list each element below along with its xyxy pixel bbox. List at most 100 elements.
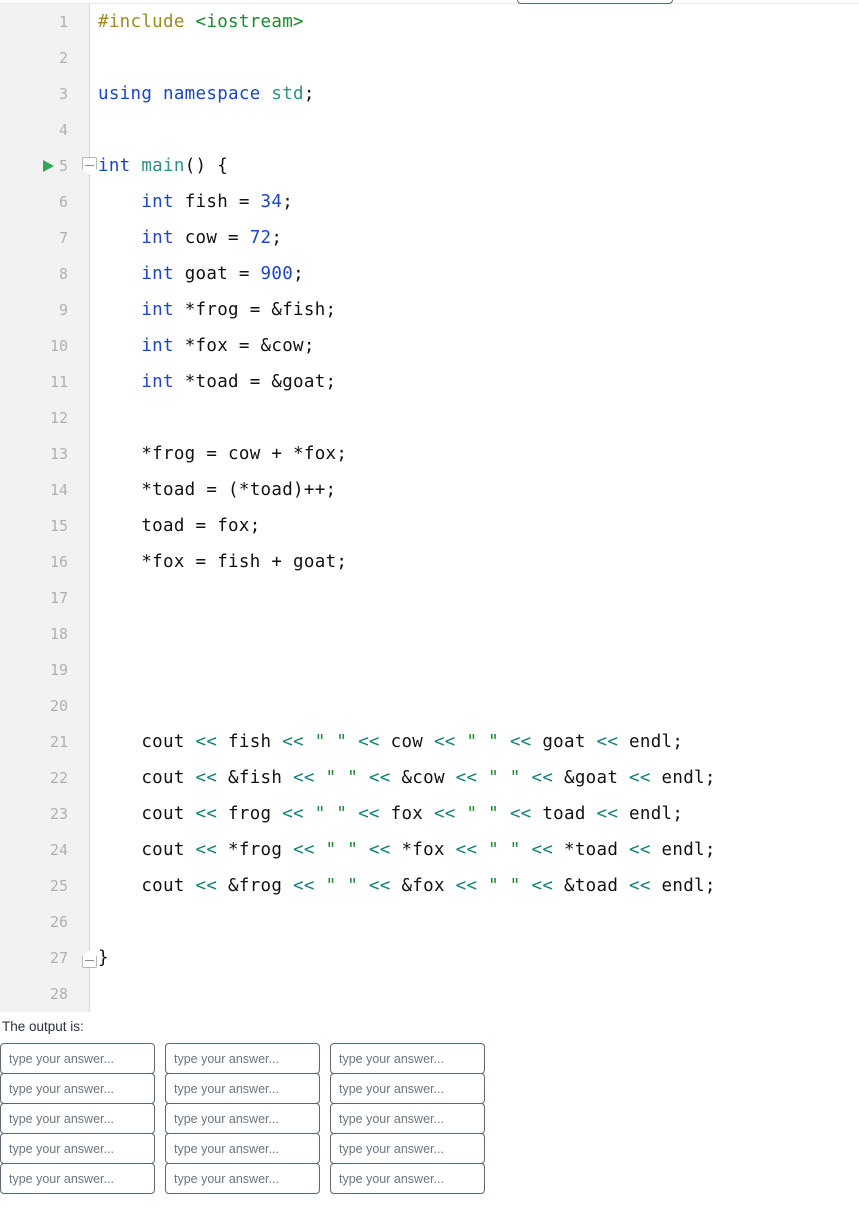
answer-input-14[interactable] (165, 1163, 320, 1194)
answer-input-15[interactable] (330, 1163, 485, 1194)
line-number: 23 (49, 805, 68, 823)
code-text: cout << fish << " " << cow << " " << goa… (98, 724, 683, 760)
code-token: << (629, 768, 662, 788)
code-token: endl; (661, 768, 716, 788)
answer-input-1[interactable] (0, 1043, 155, 1074)
answer-input-7[interactable] (0, 1103, 155, 1134)
code-line[interactable]: 22 cout << &fish << " " << &cow << " " <… (0, 760, 859, 796)
code-line[interactable]: 19 (0, 652, 859, 688)
line-number: 20 (49, 697, 68, 715)
code-line[interactable]: 4 (0, 112, 859, 148)
code-line[interactable]: 25 cout << &frog << " " << &fox << " " <… (0, 868, 859, 904)
answer-input-3[interactable] (330, 1043, 485, 1074)
code-token: *fox (401, 840, 456, 860)
code-token: int (141, 300, 185, 320)
code-line[interactable]: 27} (0, 940, 859, 976)
code-line[interactable]: 26 (0, 904, 859, 940)
code-token: << (629, 876, 662, 896)
code-token: << (455, 876, 489, 896)
code-token: << (455, 840, 489, 860)
answer-input-5[interactable] (165, 1073, 320, 1104)
code-token: std (271, 84, 304, 104)
code-token: << (195, 804, 229, 824)
code-text: int fish = 34; (98, 184, 293, 220)
code-token: << (293, 876, 326, 896)
run-play-icon[interactable] (43, 160, 54, 172)
code-line[interactable]: 5 int main() { (0, 148, 859, 184)
code-token: << (531, 768, 564, 788)
code-token: cout (98, 768, 196, 788)
code-line[interactable]: 17 (0, 580, 859, 616)
code-line[interactable]: 6 int fish = 34; (0, 184, 859, 220)
code-line[interactable]: 1 #include <iostream> (0, 4, 859, 40)
code-token: &cow (401, 768, 456, 788)
answer-input-6[interactable] (330, 1073, 485, 1104)
code-token: << (455, 768, 489, 788)
code-line[interactable]: 13 *frog = cow + *fox; (0, 436, 859, 472)
code-token: &fox (401, 876, 456, 896)
code-token: << (293, 768, 326, 788)
code-text: cout << frog << " " << fox << " " << toa… (98, 796, 683, 832)
code-token: << (433, 804, 467, 824)
code-token: cow = (184, 228, 250, 248)
code-line[interactable]: 20 (0, 688, 859, 724)
code-line[interactable]: 15 toad = fox; (0, 508, 859, 544)
code-token: << (368, 768, 402, 788)
line-number: 10 (49, 337, 68, 355)
code-token: << (358, 732, 391, 752)
code-token: goat = (184, 264, 261, 284)
answer-input-9[interactable] (330, 1103, 485, 1134)
code-line[interactable]: 28 (0, 976, 859, 1012)
code-token: toad = fox; (98, 516, 261, 536)
answer-input-13[interactable] (0, 1163, 155, 1194)
code-line[interactable]: 2 (0, 40, 859, 76)
code-line[interactable]: 8 int goat = 900; (0, 256, 859, 292)
answer-input-8[interactable] (165, 1103, 320, 1134)
code-line[interactable]: 9 int *frog = &fish; (0, 292, 859, 328)
code-token: *toad (564, 840, 630, 860)
code-line[interactable]: 16 *fox = fish + goat; (0, 544, 859, 580)
code-line[interactable]: 11 int *toad = &goat; (0, 364, 859, 400)
code-line[interactable]: 18 (0, 616, 859, 652)
answer-input-10[interactable] (0, 1133, 155, 1164)
code-token: ; (282, 192, 294, 212)
code-line[interactable]: 21 cout << fish << " " << cow << " " << … (0, 724, 859, 760)
code-text: cout << &fish << " " << &cow << " " << &… (98, 760, 716, 796)
fold-shape (82, 949, 97, 968)
code-text: *toad = (*toad)++; (98, 472, 336, 508)
code-token: *toad = &goat; (184, 372, 337, 392)
code-fold-open-icon[interactable] (82, 157, 97, 176)
code-line[interactable]: 10 int *fox = &cow; (0, 328, 859, 364)
code-token: &frog (228, 876, 294, 896)
answer-input-11[interactable] (165, 1133, 320, 1164)
code-token: int (98, 156, 142, 176)
code-token: << (195, 768, 229, 788)
line-number: 6 (58, 193, 68, 211)
line-number: 13 (49, 445, 68, 463)
code-token: *frog = cow + *fox; (98, 444, 348, 464)
line-number: 22 (49, 769, 68, 787)
answer-input-2[interactable] (165, 1043, 320, 1074)
code-line[interactable]: 14 *toad = (*toad)++; (0, 472, 859, 508)
code-token: fox (390, 804, 434, 824)
code-token: &toad (564, 876, 630, 896)
code-line[interactable]: 3 using namespace std; (0, 76, 859, 112)
code-line[interactable]: 24 cout << *frog << " " << *fox << " " <… (0, 832, 859, 868)
code-token: cout (98, 876, 196, 896)
answer-input-12[interactable] (330, 1133, 485, 1164)
code-line[interactable]: 12 (0, 400, 859, 436)
code-line[interactable]: 23 cout << frog << " " << fox << " " << … (0, 796, 859, 832)
code-fold-close-icon[interactable] (82, 949, 97, 968)
answer-input-4[interactable] (0, 1073, 155, 1104)
code-token: 34 (260, 192, 283, 212)
line-number: 14 (49, 481, 68, 499)
code-line[interactable]: 7 int cow = 72; (0, 220, 859, 256)
code-token: 900 (260, 264, 294, 284)
line-number: 16 (49, 553, 68, 571)
line-number: 8 (58, 265, 68, 283)
code-token: << (596, 804, 630, 824)
